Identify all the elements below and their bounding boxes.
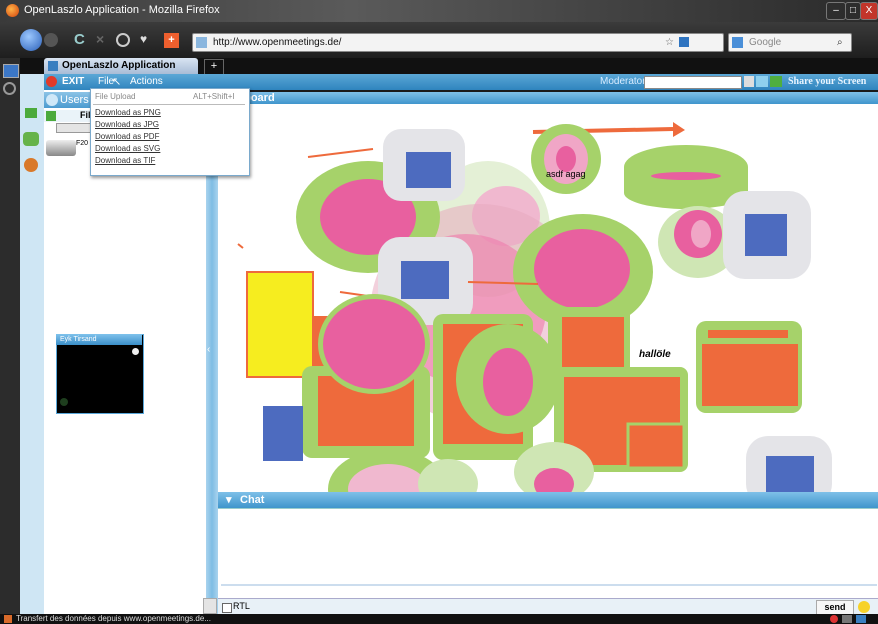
tab-favicon-icon <box>48 61 58 71</box>
rtl-label: RTL <box>233 601 250 611</box>
video-pod-title: Eyk Tirsand <box>60 336 97 343</box>
status-icon <box>4 615 12 623</box>
collapse-arrow-icon[interactable]: ‹ <box>207 344 210 355</box>
emoticon-icon[interactable] <box>858 601 870 613</box>
search-input[interactable]: Google ⌕ <box>728 33 852 52</box>
window-title: OpenLaszlo Application - Mozilla Firefox <box>24 4 220 16</box>
download-pdf-item[interactable]: Download as PDF <box>95 132 159 141</box>
send-button[interactable]: send <box>816 600 854 615</box>
file-upload-shortcut: ALT+Shift+I <box>193 92 235 101</box>
new-tab-button[interactable]: + <box>204 59 224 75</box>
download-icon[interactable] <box>25 108 37 118</box>
back-icon[interactable] <box>20 29 42 51</box>
maximize-button[interactable]: □ <box>845 2 861 20</box>
reload-icon[interactable]: C <box>74 31 85 48</box>
url-text: http://www.openmeetings.de/ <box>213 37 342 48</box>
bookmark-icon[interactable]: ♥ <box>140 32 147 46</box>
download-png-item[interactable]: Download as PNG <box>95 108 161 117</box>
rtl-checkbox[interactable] <box>222 603 232 613</box>
chevron-down-icon[interactable]: ▾ <box>226 492 232 508</box>
whiteboard-header: eboard <box>218 92 878 104</box>
minimize-button[interactable]: – <box>826 2 846 20</box>
user-icon[interactable] <box>24 158 38 172</box>
mouse-cursor-icon: ↖ <box>112 76 122 88</box>
app-tool-column <box>20 74 44 614</box>
url-field[interactable]: http://www.openmeetings.de/ ☆ <box>192 33 724 52</box>
google-logo-icon <box>732 37 743 48</box>
moderator-stepper-icon[interactable] <box>744 76 754 87</box>
stop-icon[interactable]: × <box>96 31 104 47</box>
star-icon[interactable]: ☆ <box>665 34 674 51</box>
addon-icon[interactable]: + <box>164 33 179 48</box>
users-title: Users <box>60 94 89 106</box>
chat-header[interactable]: ▾ Chat <box>218 492 878 508</box>
chat-title: Chat <box>240 494 265 506</box>
network-icon <box>856 615 866 623</box>
mic-level-icon <box>60 398 68 406</box>
exit-icon[interactable] <box>46 76 57 87</box>
scroll-corner[interactable] <box>203 598 217 614</box>
moderator-select[interactable] <box>644 76 742 89</box>
home-icon[interactable] <box>116 33 130 47</box>
files-scrollbar[interactable] <box>56 123 92 133</box>
download-svg-item[interactable]: Download as SVG <box>95 144 160 153</box>
site-favicon-icon <box>196 37 207 48</box>
window-title-bar: OpenLaszlo Application - Mozilla Firefox… <box>0 0 878 22</box>
menu-divider <box>93 104 245 105</box>
puzzle-icon[interactable] <box>23 132 39 146</box>
users-icon <box>46 94 58 106</box>
bookmarks-sidebar-icon[interactable] <box>3 64 19 78</box>
screen-icon[interactable] <box>756 76 768 87</box>
whiteboard-canvas[interactable]: asdf agag hallöle <box>218 104 878 492</box>
close-button[interactable]: X <box>860 2 878 20</box>
share-screen-icon[interactable] <box>770 76 782 87</box>
whiteboard-text-2: hallöle <box>639 349 671 360</box>
forward-icon[interactable] <box>44 33 58 47</box>
video-settings-icon[interactable] <box>132 348 139 355</box>
video-pod-header[interactable]: Eyk Tirsand <box>56 334 142 345</box>
chat-divider <box>221 584 877 586</box>
search-icon[interactable]: ⌕ <box>837 34 843 51</box>
moderator-label: Moderator: <box>600 76 649 87</box>
video-pod[interactable] <box>56 334 144 414</box>
file-upload-item[interactable]: File Upload <box>95 92 135 101</box>
download-tif-item[interactable]: Download as TIF <box>95 156 155 165</box>
search-placeholder: Google <box>749 37 782 48</box>
file-item-label[interactable]: F20 <box>76 140 88 147</box>
file-dropdown-menu: File Upload ALT+Shift+I Download as PNG … <box>90 88 250 176</box>
download-jpg-item[interactable]: Download as JPG <box>95 120 159 129</box>
file-thumbnail-icon[interactable] <box>46 140 76 156</box>
browser-sidebar <box>0 58 20 614</box>
addon-status-icon[interactable] <box>830 615 838 623</box>
whiteboard-drawing: asdf agag hallöle <box>237 122 832 492</box>
chat-input-bar[interactable]: RTL send <box>218 598 878 615</box>
firefox-logo-icon <box>6 4 19 17</box>
status-bar: Transfert des données depuis www.openmee… <box>0 614 878 624</box>
tab-label: OpenLaszlo Application <box>62 60 176 71</box>
add-file-icon[interactable] <box>46 111 56 121</box>
status-text: Transfert des données depuis www.openmee… <box>16 614 211 623</box>
tab-openlaszlo[interactable]: OpenLaszlo Application <box>44 58 198 74</box>
share-screen-button[interactable]: Share your Screen <box>788 74 866 90</box>
whiteboard-text-1: asdf agag <box>546 169 586 179</box>
info-icon[interactable] <box>679 37 689 47</box>
exit-button[interactable]: EXIT <box>62 74 84 90</box>
security-icon <box>842 615 852 623</box>
history-sidebar-icon[interactable] <box>3 82 16 95</box>
